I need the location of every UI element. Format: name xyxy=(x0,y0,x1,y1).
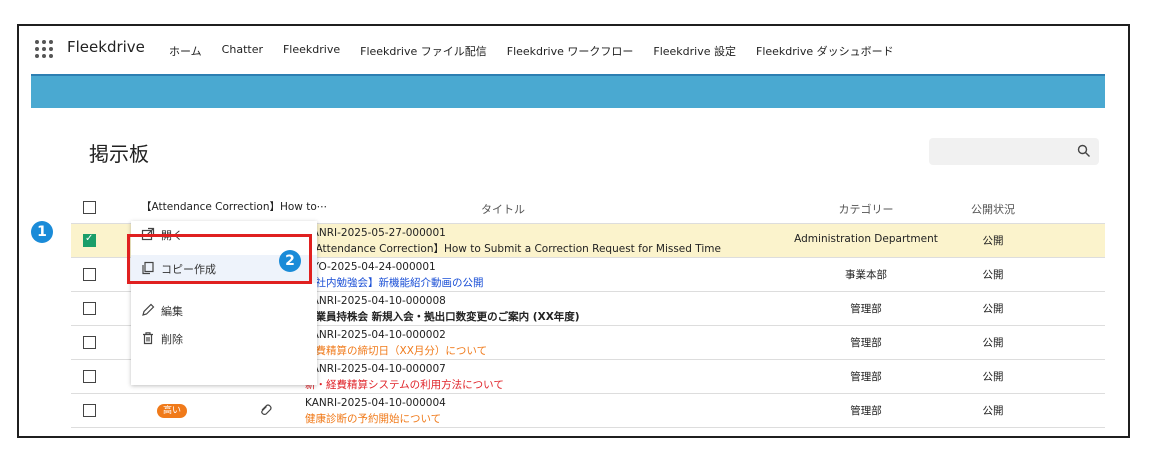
row-title-link[interactable]: 【Attendance Correction】How to Submit a C… xyxy=(305,241,721,256)
row-status: 公開 xyxy=(982,269,1004,281)
page-title: 掲示板 xyxy=(89,142,149,166)
app-name: Fleekdrive xyxy=(67,38,145,56)
nav-tab-chatter[interactable]: Chatter xyxy=(222,43,263,59)
row-category: 管理部 xyxy=(850,303,882,315)
top-navigation: Fleekdrive ホーム Chatter Fleekdrive Fleekd… xyxy=(19,26,1128,74)
row-status: 公開 xyxy=(982,405,1004,417)
app-launcher-icon[interactable] xyxy=(35,40,53,58)
step-badge-1: 1 xyxy=(31,221,53,243)
nav-tab-dashboard[interactable]: Fleekdrive ダッシュボード xyxy=(756,43,894,59)
priority-badge: 高い xyxy=(157,404,188,418)
row-category: 事業本部 xyxy=(845,269,887,281)
trash-icon xyxy=(143,332,153,345)
row-category: 管理部 xyxy=(850,371,882,383)
nav-tab-home[interactable]: ホーム xyxy=(169,43,202,59)
title-tooltip: 【Attendance Correction】How to⋯ xyxy=(131,192,396,222)
row-code: KANRI-2025-04-10-000008 xyxy=(305,295,446,307)
attachment-icon xyxy=(261,404,272,415)
search-input[interactable] xyxy=(929,138,1099,165)
menu-item-label: 編集 xyxy=(161,305,183,318)
row-status: 公開 xyxy=(982,303,1004,315)
step-badge-2: 2 xyxy=(279,250,301,272)
edit-pencil-icon xyxy=(142,303,155,316)
nav-tabs: ホーム Chatter Fleekdrive Fleekdrive ファイル配信… xyxy=(169,43,894,59)
row-category: 管理部 xyxy=(850,405,882,417)
nav-tab-file-distribution[interactable]: Fleekdrive ファイル配信 xyxy=(360,43,487,59)
row-title-link[interactable]: 健康診断の予約開始について xyxy=(305,411,441,426)
nav-tab-settings[interactable]: Fleekdrive 設定 xyxy=(653,43,736,59)
row-category: Administration Department xyxy=(794,233,938,245)
row-title-link[interactable]: 経費精算の締切日（XX月分）について xyxy=(305,343,487,358)
nav-tab-workflow[interactable]: Fleekdrive ワークフロー xyxy=(507,43,634,59)
row-status: 公開 xyxy=(982,235,1004,247)
row-code: KANRI-2025-04-10-000007 xyxy=(305,363,446,375)
menu-item-delete[interactable]: 削除 xyxy=(131,325,317,353)
header-banner xyxy=(31,74,1105,108)
row-status: 公開 xyxy=(982,371,1004,383)
row-category: 管理部 xyxy=(850,337,882,349)
row-checkbox[interactable] xyxy=(83,268,96,281)
row-checkbox[interactable] xyxy=(83,370,96,383)
row-checkbox[interactable] xyxy=(83,404,96,417)
row-code: KANRI-2025-04-10-000002 xyxy=(305,329,446,341)
menu-item-edit[interactable]: 編集 xyxy=(131,297,317,325)
row-title-link[interactable]: 新・経費精算システムの利用方法について xyxy=(305,377,504,392)
nav-tab-fleekdrive[interactable]: Fleekdrive xyxy=(283,43,340,59)
row-checkbox[interactable] xyxy=(83,302,96,315)
row-title-link[interactable]: 【社内勉強会】新機能紹介動画の公開 xyxy=(305,275,484,290)
table-header: 【Attendance Correction】How to⋯ タイトル カテゴリ… xyxy=(71,192,1105,224)
row-checkbox[interactable] xyxy=(83,233,96,247)
row-title-link[interactable]: 従業員持株会 新規入会・拠出口数変更のご案内 (XX年度) xyxy=(305,309,580,324)
row-checkbox[interactable] xyxy=(83,336,96,349)
row-code: GYO-2025-04-24-000001 xyxy=(305,261,436,273)
row-code: KANRI-2025-04-10-000004 xyxy=(305,397,446,409)
row-code: KANRI-2025-05-27-000001 xyxy=(305,227,446,239)
select-all-checkbox[interactable] xyxy=(83,201,96,214)
table-row[interactable]: 高い KANRI-2025-04-10-000004 健康診断の予約開始について… xyxy=(71,394,1105,428)
row-status: 公開 xyxy=(982,337,1004,349)
header-title[interactable]: タイトル xyxy=(481,201,525,217)
header-status[interactable]: 公開状況 xyxy=(961,201,1025,217)
menu-item-label: 削除 xyxy=(161,333,183,346)
app-window: Fleekdrive ホーム Chatter Fleekdrive Fleekd… xyxy=(17,24,1130,438)
header-category[interactable]: カテゴリー xyxy=(771,201,961,217)
search-icon xyxy=(1077,144,1090,157)
